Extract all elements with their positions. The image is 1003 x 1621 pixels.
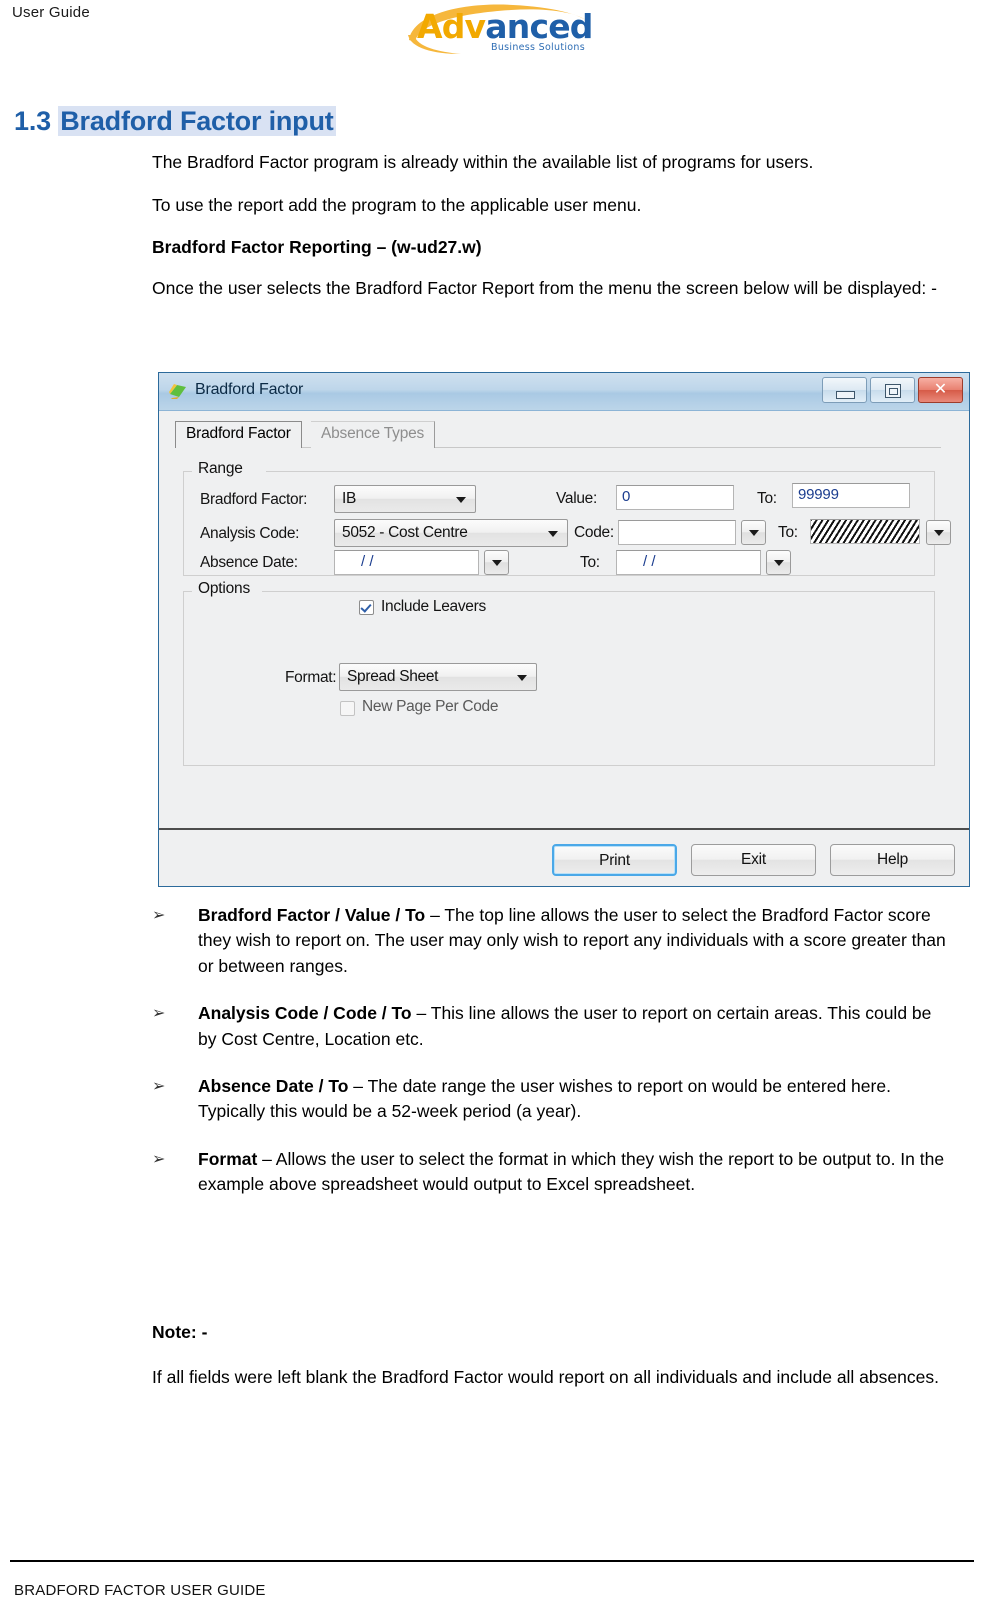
bullet-arrow-icon: ➢: [152, 1075, 166, 1095]
note-title: Note: -: [152, 1322, 208, 1342]
value-input[interactable]: 0: [616, 485, 734, 510]
options-group-legend: Options: [193, 580, 256, 598]
code-to-lookup-button[interactable]: [926, 520, 951, 545]
tab-strip: Bradford Factor Absence Types: [175, 421, 941, 448]
value-to-input[interactable]: 99999: [792, 483, 910, 508]
restore-icon: [885, 384, 901, 398]
help-button[interactable]: Help: [830, 844, 955, 876]
list-item: ➢ Absence Date / To – The date range the…: [152, 1074, 952, 1125]
code-lookup-button[interactable]: [741, 520, 766, 545]
absence-date-label: Absence Date:: [200, 554, 298, 571]
value-to-label: To:: [757, 490, 777, 507]
analysis-code-select-value: 5052 - Cost Centre: [342, 524, 468, 541]
application-icon: [169, 384, 186, 399]
intro-program-name: Bradford Factor Reporting – (w-ud27.w): [152, 236, 482, 257]
page-header: User Guide Advanced Business Solutions: [0, 0, 1003, 62]
intro-paragraph-2: To use the report add the program to the…: [152, 195, 642, 216]
bullet-arrow-icon: ➢: [152, 1148, 166, 1168]
minimize-button[interactable]: [822, 377, 867, 403]
list-item: ➢ Analysis Code / Code / To – This line …: [152, 1001, 952, 1052]
list-item-text: Bradford Factor / Value / To – The top l…: [198, 903, 952, 979]
absence-date-to-input[interactable]: / /: [616, 550, 761, 575]
range-group-border-right: [266, 471, 934, 472]
range-group-legend: Range: [193, 460, 248, 478]
options-group-border-left: [184, 591, 192, 592]
list-item-text: Format – Allows the user to select the f…: [198, 1147, 952, 1198]
logo-word-anced: anced: [485, 7, 593, 46]
list-item-term: Bradford Factor / Value / To: [198, 905, 426, 925]
print-button[interactable]: Print: [552, 844, 677, 876]
bradford-factor-select[interactable]: IB: [334, 485, 476, 513]
list-item-text: Analysis Code / Code / To – This line al…: [198, 1001, 952, 1052]
absence-date-to-calendar-button[interactable]: [766, 550, 791, 575]
advanced-logo: Advanced Business Solutions: [403, 2, 603, 58]
value-label: Value:: [556, 490, 597, 507]
new-page-per-code-checkbox[interactable]: [340, 701, 355, 716]
logo-wordmark: Advanced: [417, 10, 593, 43]
code-to-label: To:: [778, 524, 798, 541]
field-description-list: ➢ Bradford Factor / Value / To – The top…: [152, 903, 952, 1219]
dialog-title-bar: Bradford Factor ✕: [159, 373, 969, 411]
absence-date-input[interactable]: / /: [334, 550, 479, 575]
absence-date-calendar-button[interactable]: [484, 550, 509, 575]
code-input[interactable]: [618, 520, 736, 545]
dialog-body: Bradford Factor Absence Types Range Brad…: [159, 411, 969, 886]
code-label: Code:: [574, 524, 614, 541]
list-item-term: Absence Date / To: [198, 1075, 349, 1096]
header-user-guide-label: User Guide: [12, 4, 90, 21]
footer-divider: [10, 1560, 974, 1562]
dialog-button-row: Print Exit Help: [552, 844, 955, 876]
chevron-down-icon: [548, 531, 558, 537]
analysis-code-label: Analysis Code:: [200, 525, 300, 542]
logo-tagline: Business Solutions: [491, 42, 585, 53]
new-page-per-code-label: New Page Per Code: [362, 698, 499, 715]
bullet-arrow-icon: ➢: [152, 1003, 166, 1023]
minimize-icon: [836, 391, 855, 399]
chevron-down-icon: [517, 675, 527, 681]
exit-button[interactable]: Exit: [691, 844, 816, 876]
format-select-value: Spread Sheet: [347, 668, 439, 685]
heading-title: Bradford Factor input: [58, 106, 336, 136]
intro-paragraph-4: Once the user selects the Bradford Facto…: [152, 278, 937, 299]
list-item-term: Format: [198, 1148, 258, 1169]
logo-word-adv: Adv: [417, 7, 486, 46]
page-title: 1.3 Bradford Factor input: [14, 106, 336, 137]
footer-label: BRADFORD FACTOR USER GUIDE: [14, 1582, 266, 1599]
list-item: ➢ Format – Allows the user to select the…: [152, 1147, 952, 1198]
analysis-code-select[interactable]: 5052 - Cost Centre: [334, 519, 568, 547]
list-item: ➢ Bradford Factor / Value / To – The top…: [152, 903, 952, 979]
bradford-factor-select-value: IB: [342, 490, 357, 507]
bradford-factor-label: Bradford Factor:: [200, 491, 308, 508]
bradford-factor-dialog-screenshot: Bradford Factor ✕ Bradford Factor Absenc…: [158, 372, 970, 887]
format-select[interactable]: Spread Sheet: [339, 663, 537, 691]
absence-date-to-label: To:: [580, 554, 600, 571]
list-item-text: Absence Date / To – The date range the u…: [198, 1074, 952, 1125]
intro-text-block: The Bradford Factor program is already w…: [152, 150, 942, 320]
window-controls: ✕: [822, 377, 963, 403]
tab-bradford-factor[interactable]: Bradford Factor: [175, 421, 302, 448]
options-group: Options Format: Spread Sheet New Page Pe…: [183, 580, 935, 766]
list-item-term: Analysis Code / Code / To: [198, 1003, 412, 1024]
bullet-arrow-icon: ➢: [152, 905, 166, 924]
note-body: If all fields were left blank the Bradfo…: [152, 1367, 939, 1388]
heading-number: 1.3: [14, 106, 51, 136]
chevron-down-icon: [456, 497, 466, 503]
close-icon: ✕: [933, 379, 948, 398]
range-group-border-left: [184, 471, 192, 472]
restore-button[interactable]: [870, 377, 915, 403]
intro-paragraph-1: The Bradford Factor program is already w…: [152, 152, 814, 172]
format-label: Format:: [285, 669, 337, 686]
list-item-description: – Allows the user to select the format i…: [198, 1148, 945, 1194]
code-to-input[interactable]: [810, 519, 920, 544]
note-block: Note: - If all fields were left blank th…: [152, 1320, 952, 1391]
dialog-title: Bradford Factor: [195, 381, 304, 398]
dialog-separator: [159, 828, 969, 830]
options-group-border-right: [262, 591, 934, 592]
tab-absence-types[interactable]: Absence Types: [311, 421, 436, 448]
close-button[interactable]: ✕: [918, 377, 963, 403]
range-group: Range Bradford Factor: IB Value: 0 To: 9…: [183, 460, 951, 576]
